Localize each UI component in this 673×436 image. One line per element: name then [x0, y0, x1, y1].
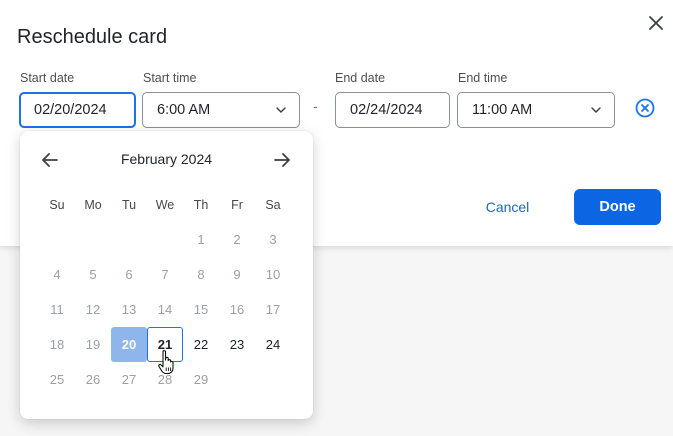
- calendar-empty-cell: [219, 362, 255, 397]
- calendar-day-16[interactable]: 16: [219, 292, 255, 327]
- calendar-day-18[interactable]: 18: [39, 327, 75, 362]
- start-time-select[interactable]: 6:00 AM: [142, 92, 300, 128]
- calendar-day-10[interactable]: 10: [255, 257, 291, 292]
- end-date-input[interactable]: 02/24/2024: [335, 92, 450, 128]
- calendar-empty-cell: [111, 222, 147, 257]
- start-time-label: Start time: [143, 71, 197, 85]
- calendar-day-7[interactable]: 7: [147, 257, 183, 292]
- weekday-header: Sa: [265, 197, 281, 212]
- calendar-day-17[interactable]: 17: [255, 292, 291, 327]
- range-separator: -: [313, 98, 318, 114]
- calendar-day-27[interactable]: 27: [111, 362, 147, 397]
- calendar-day-19[interactable]: 19: [75, 327, 111, 362]
- date-picker-popup: February 2024 Su Mo Tu We Th Fr Sa 1 2 3 4 5 6 7 8 9 10 1…: [20, 131, 313, 419]
- calendar-day-1[interactable]: 1: [183, 222, 219, 257]
- end-time-select[interactable]: 11:00 AM: [457, 92, 615, 128]
- cancel-button[interactable]: Cancel: [470, 189, 545, 225]
- weekday-header: Fr: [231, 197, 243, 212]
- calendar-day-22[interactable]: 22: [183, 327, 219, 362]
- weekday-header: Su: [49, 197, 65, 212]
- weekday-header: We: [155, 197, 175, 212]
- start-date-input[interactable]: 02/20/2024: [19, 92, 136, 128]
- chevron-down-icon: [276, 107, 286, 113]
- start-time-value: 6:00 AM: [157, 102, 211, 118]
- calendar-day-11[interactable]: 11: [39, 292, 75, 327]
- calendar-day-4[interactable]: 4: [39, 257, 75, 292]
- clear-dates-button[interactable]: [634, 97, 656, 119]
- calendar-day-21[interactable]: 21: [147, 327, 183, 362]
- calendar-day-23[interactable]: 23: [219, 327, 255, 362]
- end-time-label: End time: [458, 71, 508, 85]
- calendar-day-8[interactable]: 8: [183, 257, 219, 292]
- close-button[interactable]: [646, 13, 666, 33]
- calendar-grid: Su Mo Tu We Th Fr Sa 1 2 3 4 5 6 7 8 9 10 11 12 13 14 15 16 17 1…: [39, 187, 291, 397]
- dialog-title: Reschedule card: [17, 26, 168, 48]
- calendar-empty-cell: [75, 222, 111, 257]
- calendar-empty-cell: [255, 362, 291, 397]
- chevron-down-icon: [591, 107, 601, 113]
- calendar-day-28[interactable]: 28: [147, 362, 183, 397]
- start-date-label: Start date: [20, 71, 75, 85]
- weekday-header: Th: [193, 197, 209, 212]
- next-month-button[interactable]: [272, 150, 292, 170]
- calendar-day-3[interactable]: 3: [255, 222, 291, 257]
- end-date-label: End date: [335, 71, 386, 85]
- calendar-day-29[interactable]: 29: [183, 362, 219, 397]
- clear-circle-icon: [635, 98, 655, 118]
- calendar-day-6[interactable]: 6: [111, 257, 147, 292]
- calendar-day-5[interactable]: 5: [75, 257, 111, 292]
- done-button[interactable]: Done: [574, 189, 661, 225]
- arrow-right-icon: [274, 153, 290, 167]
- calendar-day-12[interactable]: 12: [75, 292, 111, 327]
- calendar-empty-cell: [39, 222, 75, 257]
- calendar-day-25[interactable]: 25: [39, 362, 75, 397]
- calendar-month-label: February 2024: [120, 151, 213, 167]
- end-time-value: 11:00 AM: [472, 102, 533, 118]
- calendar-day-2[interactable]: 2: [219, 222, 255, 257]
- calendar-day-26[interactable]: 26: [75, 362, 111, 397]
- calendar-day-13[interactable]: 13: [111, 292, 147, 327]
- weekday-header: Mo: [84, 197, 102, 212]
- close-icon: [649, 16, 663, 30]
- calendar-day-24[interactable]: 24: [255, 327, 291, 362]
- calendar-day-15[interactable]: 15: [183, 292, 219, 327]
- start-date-value: 02/20/2024: [34, 102, 107, 118]
- calendar-empty-cell: [147, 222, 183, 257]
- weekday-header: Tu: [121, 197, 137, 212]
- calendar-day-20[interactable]: 20: [111, 327, 147, 362]
- calendar-day-14[interactable]: 14: [147, 292, 183, 327]
- calendar-day-9[interactable]: 9: [219, 257, 255, 292]
- end-date-value: 02/24/2024: [350, 102, 423, 118]
